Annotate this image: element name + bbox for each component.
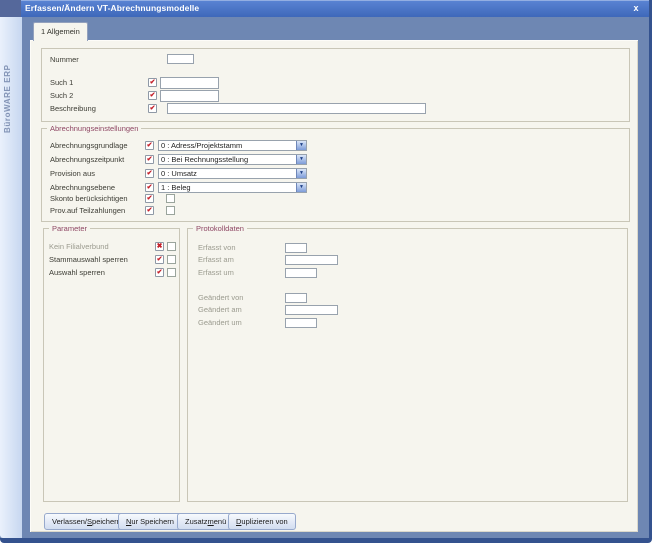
- geaendert-von-label: Geändert von: [198, 293, 243, 303]
- such1-label: Such 1: [50, 78, 73, 88]
- filialverbund-label: Kein Filialverbund: [49, 242, 109, 252]
- beschreibung-input[interactable]: [167, 103, 426, 114]
- zeitpunkt-label: Abrechnungszeitpunkt: [50, 155, 124, 165]
- erfasst-von-label: Erfasst von: [198, 243, 236, 253]
- grundlage-edit-check-icon[interactable]: ✔: [145, 141, 154, 150]
- geaendert-um-label: Geändert um: [198, 318, 242, 328]
- skonto-checkbox[interactable]: [166, 194, 175, 203]
- abrechnung-groupbox: [41, 128, 630, 222]
- parameter-group-title: Parameter: [49, 224, 90, 233]
- teilzahlung-edit-check-icon[interactable]: ✔: [145, 206, 154, 215]
- zeitpunkt-value: 0 : Bei Rechnungsstellung: [161, 155, 295, 164]
- protokoll-group-title: Protokolldaten: [193, 224, 247, 233]
- nummer-label: Nummer: [50, 55, 79, 65]
- such1-edit-check-icon[interactable]: ✔: [148, 78, 157, 87]
- close-icon[interactable]: x: [630, 2, 642, 14]
- grundlage-value: 0 : Adress/Projektstamm: [161, 141, 295, 150]
- button-text: Verlassen/: [52, 517, 87, 526]
- button-text: Zusatz: [185, 517, 208, 526]
- ebene-dropdown[interactable]: 1 : Beleg ▼: [158, 182, 307, 193]
- teilzahlung-checkbox[interactable]: [166, 206, 175, 215]
- provision-edit-check-icon[interactable]: ✔: [145, 169, 154, 178]
- tab-allgemein[interactable]: 1 Allgemein: [33, 22, 88, 41]
- ebene-edit-check-icon[interactable]: ✔: [145, 183, 154, 192]
- provision-label: Provision aus: [50, 169, 95, 179]
- nummer-input[interactable]: [167, 54, 194, 64]
- chevron-down-icon[interactable]: ▼: [296, 155, 306, 164]
- provision-value: 0 : Umsatz: [161, 169, 295, 178]
- brand-sidebar: BüroWARE ERP: [0, 17, 22, 538]
- window-title: Erfassen/Ändern VT-Abrechnungsmodelle: [25, 3, 199, 13]
- grundlage-dropdown[interactable]: 0 : Adress/Projektstamm ▼: [158, 140, 307, 151]
- stammauswahl-checkbox[interactable]: [167, 255, 176, 264]
- protokoll-groupbox: [187, 228, 628, 502]
- skonto-edit-check-icon[interactable]: ✔: [145, 194, 154, 203]
- filialverbund-edit-cross-icon[interactable]: ✖: [155, 242, 164, 251]
- geaendert-von-input[interactable]: [285, 293, 307, 303]
- ebene-label: Abrechnungsebene: [50, 183, 115, 193]
- chevron-down-icon[interactable]: ▼: [296, 141, 306, 150]
- such2-label: Such 2: [50, 91, 73, 101]
- ebene-value: 1 : Beleg: [161, 183, 295, 192]
- grundlage-label: Abrechnungsgrundlage: [50, 141, 128, 151]
- erfasst-um-input[interactable]: [285, 268, 317, 278]
- such1-input[interactable]: [160, 77, 219, 89]
- beschreibung-label: Beschreibung: [50, 104, 96, 114]
- erfasst-von-input[interactable]: [285, 243, 307, 253]
- provision-dropdown[interactable]: 0 : Umsatz ▼: [158, 168, 307, 179]
- auswahl-label: Auswahl sperren: [49, 268, 105, 278]
- zusatzmenu-button[interactable]: Zusatzmenü: [177, 513, 234, 530]
- geaendert-am-label: Geändert am: [198, 305, 242, 315]
- erfasst-um-label: Erfasst um: [198, 268, 234, 278]
- dialog-window: Erfassen/Ändern VT-Abrechnungsmodelle x …: [0, 0, 652, 543]
- abrechnung-group-title: Abrechnungseinstellungen: [47, 124, 141, 133]
- auswahl-checkbox[interactable]: [167, 268, 176, 277]
- erfasst-am-label: Erfasst am: [198, 255, 234, 265]
- stammauswahl-edit-check-icon[interactable]: ✔: [155, 255, 164, 264]
- skonto-label: Skonto berücksichtigen: [50, 194, 128, 204]
- stammauswahl-label: Stammauswahl sperren: [49, 255, 128, 265]
- form-panel: Abrechnungseinstellungen Parameter Proto…: [30, 40, 638, 532]
- such2-edit-check-icon[interactable]: ✔: [148, 91, 157, 100]
- button-text: uplizieren von: [241, 517, 287, 526]
- such2-input[interactable]: [160, 90, 219, 102]
- geaendert-am-input[interactable]: [285, 305, 338, 315]
- geaendert-um-input[interactable]: [285, 318, 317, 328]
- chevron-down-icon[interactable]: ▼: [296, 183, 306, 192]
- erfasst-am-input[interactable]: [285, 255, 338, 265]
- button-text: peichern: [92, 517, 121, 526]
- tab-label: 1 Allgemein: [41, 27, 80, 36]
- teilzahlung-label: Prov.auf Teilzahlungen: [50, 206, 125, 216]
- brand-label: BüroWARE ERP: [3, 41, 12, 133]
- auswahl-edit-check-icon[interactable]: ✔: [155, 268, 164, 277]
- zeitpunkt-dropdown[interactable]: 0 : Bei Rechnungsstellung ▼: [158, 154, 307, 165]
- duplizieren-von-button[interactable]: Duplizieren von: [228, 513, 296, 530]
- button-text: enü: [214, 517, 227, 526]
- zeitpunkt-edit-check-icon[interactable]: ✔: [145, 155, 154, 164]
- beschreibung-edit-check-icon[interactable]: ✔: [148, 104, 157, 113]
- nur-speichern-button[interactable]: Nur Speichern: [118, 513, 182, 530]
- button-text: ur Speichern: [131, 517, 174, 526]
- filialverbund-checkbox[interactable]: [167, 242, 176, 251]
- verlassen-speichern-button[interactable]: Verlassen/Speichern: [44, 513, 129, 530]
- chevron-down-icon[interactable]: ▼: [296, 169, 306, 178]
- titlebar: Erfassen/Ändern VT-Abrechnungsmodelle x: [0, 0, 649, 17]
- titlebar-corner: [0, 0, 21, 17]
